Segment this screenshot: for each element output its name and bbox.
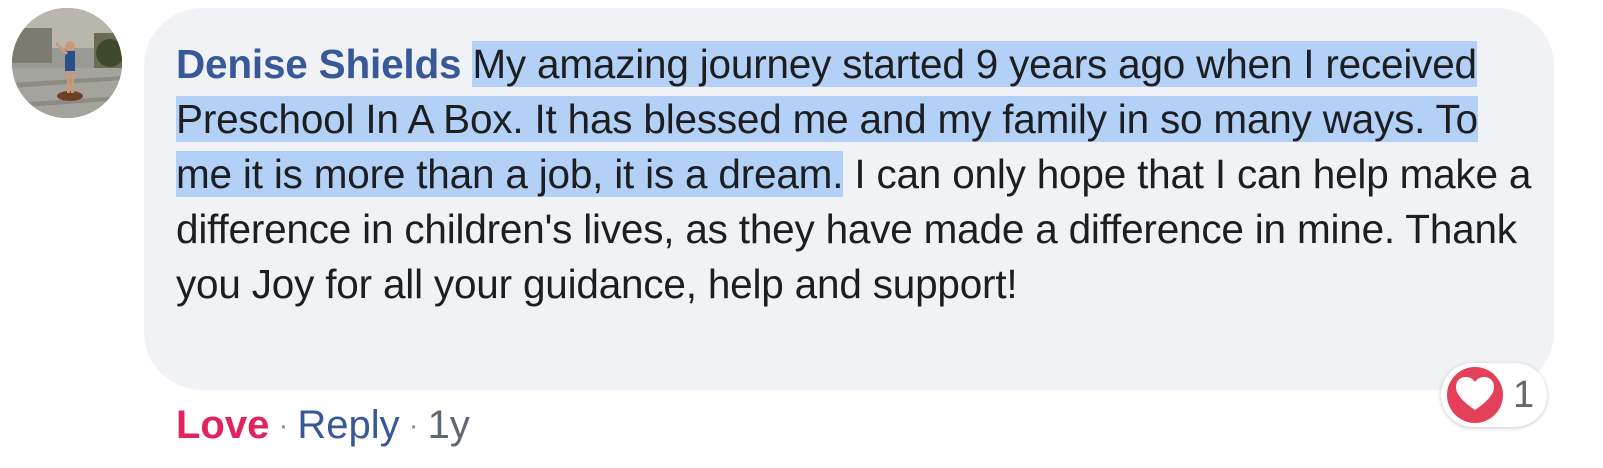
profile-photo	[12, 8, 122, 118]
author-name[interactable]: Denise Shields	[176, 41, 462, 87]
heart-icon	[1447, 367, 1503, 423]
timestamp-link[interactable]: 1y	[428, 403, 470, 447]
comment-body: Denise Shields My amazing journey starte…	[176, 37, 1536, 312]
separator-dot: ·	[408, 409, 419, 442]
avatar[interactable]	[12, 8, 122, 118]
reactions-summary[interactable]: 1	[1441, 363, 1547, 427]
reaction-count: 1	[1513, 374, 1535, 416]
reply-link[interactable]: Reply	[297, 403, 399, 447]
comment-actions: Love · Reply · 1y	[176, 400, 470, 450]
separator-dot: ·	[278, 409, 289, 442]
love-reaction-link[interactable]: Love	[176, 403, 269, 447]
comment: Denise Shields My amazing journey starte…	[0, 0, 1603, 468]
